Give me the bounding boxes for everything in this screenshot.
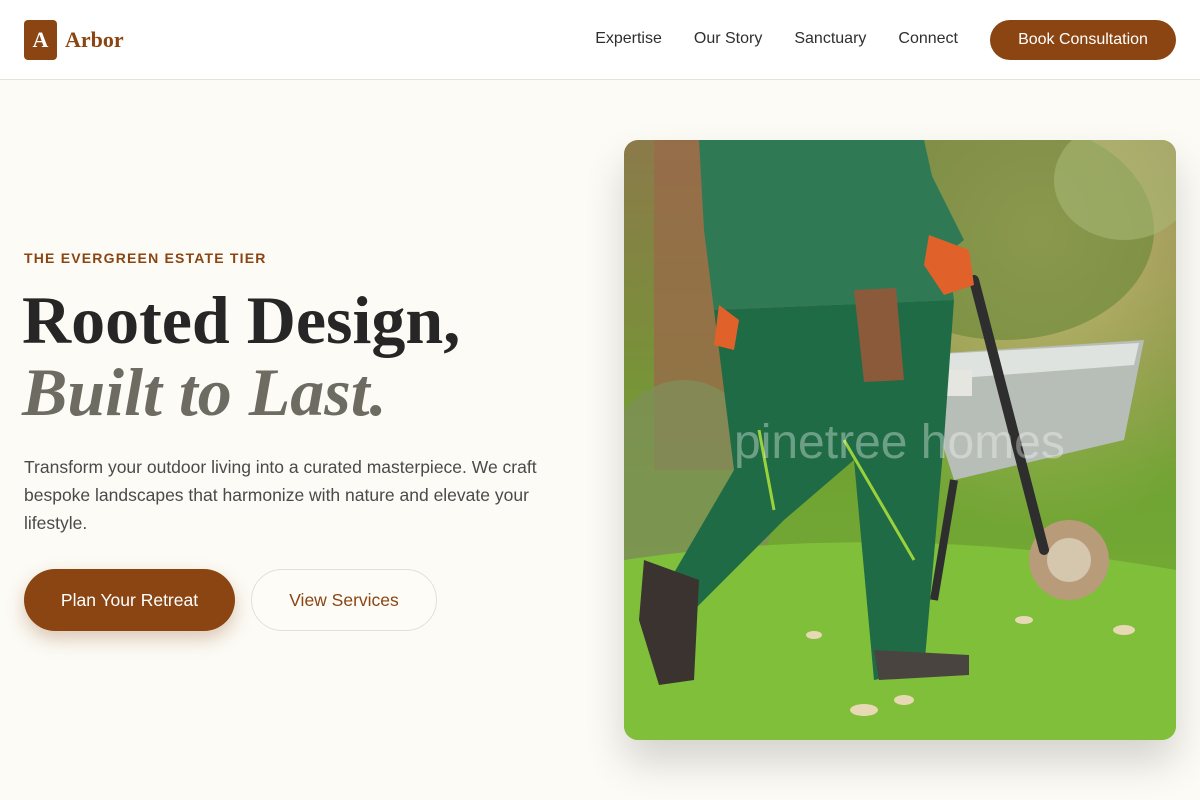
- brand-name: Arbor: [65, 27, 124, 52]
- hero-headline: Rooted Design, Built to Last.: [22, 284, 460, 428]
- hero-photo-gardener-wheelbarrow: pinetree homes: [624, 140, 1176, 740]
- nav-link-expertise[interactable]: Expertise: [595, 28, 662, 50]
- hero-headline-line2: Built to Last.: [22, 354, 387, 430]
- logo-mark-icon: A: [24, 20, 57, 60]
- hero-eyebrow: THE EVERGREEN ESTATE TIER: [24, 250, 267, 266]
- book-consultation-button[interactable]: Book Consultation: [990, 20, 1176, 60]
- nav-link-our-story[interactable]: Our Story: [694, 28, 762, 50]
- plan-your-retreat-button[interactable]: Plan Your Retreat: [24, 569, 235, 631]
- hero-description: Transform your outdoor living into a cur…: [24, 457, 537, 533]
- hero-headline-line1: Rooted Design,: [22, 282, 461, 358]
- image-watermark-text: pinetree homes: [734, 416, 1065, 469]
- nav-link-sanctuary[interactable]: Sanctuary: [794, 28, 866, 50]
- top-navigation-bar: A Arbor Expertise Our Story Sanctuary Co…: [0, 0, 1200, 80]
- main-nav: Expertise Our Story Sanctuary Connect: [595, 28, 958, 50]
- view-services-button[interactable]: View Services: [251, 569, 437, 631]
- brand-logo[interactable]: A Arbor: [24, 20, 124, 60]
- nav-link-connect[interactable]: Connect: [898, 28, 958, 50]
